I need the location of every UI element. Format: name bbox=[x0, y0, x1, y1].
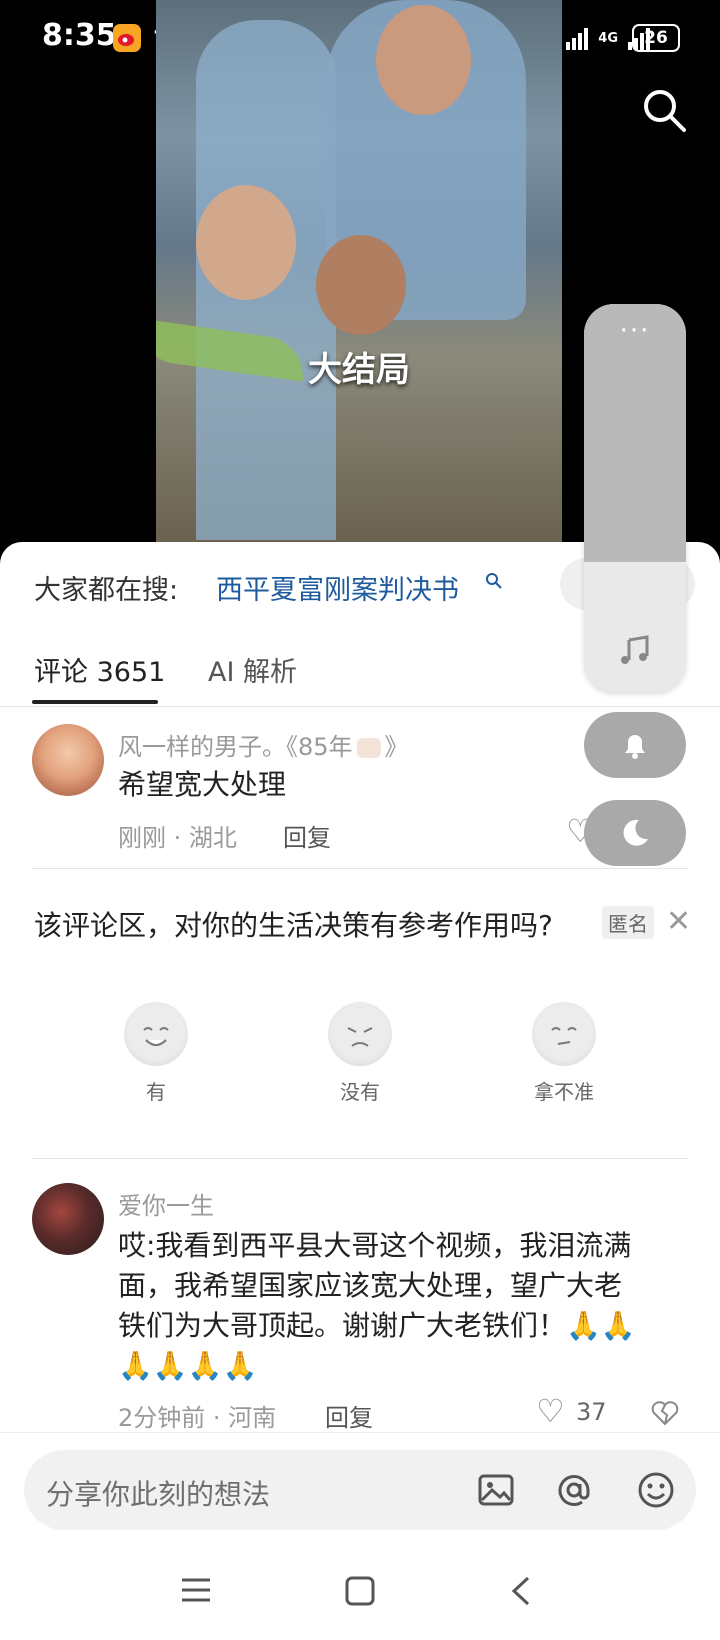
emoji-icon[interactable] bbox=[636, 1470, 676, 1510]
divider bbox=[32, 1158, 688, 1159]
small-search-icon bbox=[485, 572, 503, 595]
search-icon[interactable] bbox=[640, 86, 688, 134]
option-yes-label[interactable]: 有 bbox=[96, 1076, 216, 1105]
comment-text: 哎:我看到西平县大哥这个视频，我泪流满 面，我希望国家应该宽大处理，望广大老 铁… bbox=[118, 1229, 636, 1382]
tab-comments[interactable]: 评论 3651 bbox=[34, 650, 165, 689]
input-separator bbox=[0, 1432, 720, 1433]
comment-meta: 2分钟前 · 河南 bbox=[118, 1404, 277, 1432]
cow-badge-icon bbox=[356, 738, 381, 758]
comment-author[interactable]: 风一样的男子。《85年》 bbox=[118, 727, 409, 762]
battery-indicator: 26 bbox=[632, 24, 680, 52]
back-icon[interactable] bbox=[508, 1575, 532, 1611]
tab-ai-analysis[interactable]: AI 解析 bbox=[208, 650, 297, 689]
divider bbox=[32, 868, 688, 869]
menu-icon[interactable] bbox=[180, 1575, 212, 1609]
avatar[interactable] bbox=[32, 1183, 104, 1255]
comment-text: 希望宽大处理 bbox=[118, 768, 287, 801]
dislike-heart-icon[interactable] bbox=[650, 1398, 680, 1428]
sad-face-icon[interactable] bbox=[328, 1002, 392, 1066]
mention-icon[interactable] bbox=[554, 1470, 594, 1510]
close-icon[interactable]: ✕ bbox=[666, 904, 691, 939]
dark-mode-toggle[interactable] bbox=[584, 800, 686, 866]
reply-button[interactable]: 回复 bbox=[283, 818, 331, 853]
unsure-face-icon[interactable] bbox=[532, 1002, 596, 1066]
video-caption: 大结局 bbox=[308, 350, 410, 390]
moon-icon bbox=[623, 819, 648, 846]
like-heart-icon[interactable]: ♡ bbox=[536, 1392, 565, 1430]
bell-toggle[interactable] bbox=[584, 712, 686, 778]
music-note-icon[interactable] bbox=[617, 632, 653, 668]
status-time: 8:35 bbox=[42, 18, 117, 53]
comment-input[interactable]: 分享你此刻的想法 bbox=[46, 1473, 270, 1513]
happy-face-icon[interactable] bbox=[124, 1002, 188, 1066]
panel-more-icon[interactable]: ··· bbox=[584, 316, 686, 346]
tab-divider bbox=[0, 706, 720, 707]
floating-control-panel[interactable]: ··· bbox=[584, 304, 686, 692]
image-icon[interactable] bbox=[476, 1470, 516, 1510]
bell-icon bbox=[625, 735, 645, 759]
option-unsure-label[interactable]: 拿不准 bbox=[504, 1076, 624, 1105]
anonymous-badge: 匿名 bbox=[602, 906, 654, 939]
comment-meta: 刚刚 · 湖北 bbox=[118, 824, 237, 852]
hot-search-query[interactable]: 西平夏富刚案判决书 bbox=[216, 568, 459, 607]
like-count: 37 bbox=[576, 1398, 607, 1426]
signal-icon-1 bbox=[566, 26, 589, 50]
reply-button[interactable]: 回复 bbox=[325, 1398, 373, 1433]
survey-question: 该评论区，对你的生活决策有参考作用吗? bbox=[34, 909, 553, 942]
comment-author[interactable]: 爱你一生 bbox=[118, 1186, 214, 1221]
option-no-label[interactable]: 没有 bbox=[300, 1076, 420, 1105]
home-icon[interactable] bbox=[344, 1575, 376, 1611]
hot-search-label: 大家都在搜: bbox=[34, 575, 179, 606]
active-tab-indicator bbox=[32, 700, 158, 704]
avatar[interactable] bbox=[32, 724, 104, 796]
network-type-2: 4G bbox=[598, 30, 618, 46]
weibo-notification-icon bbox=[113, 24, 141, 52]
video-player[interactable]: 大结局 bbox=[156, 0, 562, 545]
